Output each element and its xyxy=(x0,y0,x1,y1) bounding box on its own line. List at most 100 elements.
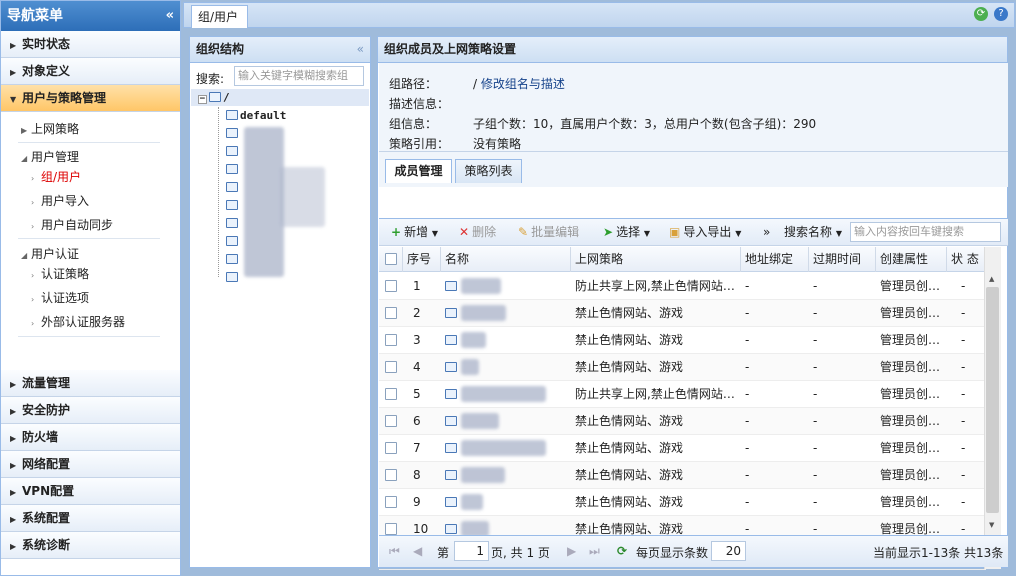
tree-node[interactable] xyxy=(226,253,240,266)
nav-section-system[interactable]: ▶ 系统配置 xyxy=(1,505,180,532)
batch-edit-button[interactable]: ✎ 批量编辑 xyxy=(518,224,579,240)
nav-section-traffic[interactable]: ▶ 流量管理 xyxy=(1,370,180,397)
table-row[interactable]: 1 防止共享上网,禁止色情网站… - - 管理员创… - xyxy=(379,273,986,300)
tree-node[interactable] xyxy=(226,145,240,158)
col-policy[interactable]: 上网策略 xyxy=(571,247,741,272)
table-row[interactable]: 5 防止共享上网,禁止色情网站… - - 管理员创… - xyxy=(379,381,986,408)
row-name[interactable] xyxy=(441,489,571,516)
scroll-down-icon[interactable]: ▼ xyxy=(989,521,994,529)
col-name[interactable]: 名称 xyxy=(441,247,571,272)
tree-root[interactable]: − / xyxy=(198,91,230,104)
tree-node[interactable] xyxy=(226,271,240,284)
row-name[interactable] xyxy=(441,300,571,327)
tree-node-default[interactable]: default xyxy=(226,109,286,122)
page-number-input[interactable]: 1 xyxy=(454,541,489,561)
nav-section-firewall[interactable]: ▶ 防火墙 xyxy=(1,424,180,451)
table-row[interactable]: 9 禁止色情网站、游戏 - - 管理员创… - xyxy=(379,489,986,516)
table-row[interactable]: 3 禁止色情网站、游戏 - - 管理员创… - xyxy=(379,327,986,354)
table-row[interactable]: 8 禁止色情网站、游戏 - - 管理员创… - xyxy=(379,462,986,489)
row-checkbox[interactable] xyxy=(379,300,403,327)
nav-item-user-mgmt[interactable]: ◢ 用户管理 xyxy=(21,148,79,165)
tree-node[interactable] xyxy=(226,127,240,140)
col-expire[interactable]: 过期时间 xyxy=(809,247,876,272)
row-name[interactable] xyxy=(441,327,571,354)
row-name[interactable] xyxy=(441,354,571,381)
nav-item-group-user[interactable]: › 组/用户 xyxy=(31,168,81,185)
nav-section-vpn[interactable]: ▶ VPN配置 xyxy=(1,478,180,505)
nav-item-auth-policy[interactable]: › 认证策略 xyxy=(31,265,89,282)
tab-policy-list[interactable]: 策略列表 xyxy=(455,159,522,183)
scroll-up-icon[interactable]: ▲ xyxy=(989,275,994,283)
row-name[interactable] xyxy=(441,408,571,435)
refresh-icon[interactable]: ⟳ xyxy=(617,544,627,558)
tree-node[interactable] xyxy=(226,199,240,212)
edit-group-link[interactable]: 修改组名与描述 xyxy=(481,77,565,91)
nav-item-auth-options[interactable]: › 认证选项 xyxy=(31,289,89,306)
more-button[interactable]: » xyxy=(763,224,770,240)
nav-item-external-auth[interactable]: › 外部认证服务器 xyxy=(31,313,125,330)
row-name[interactable] xyxy=(441,435,571,462)
col-status[interactable]: 状 态 xyxy=(947,247,986,272)
nav-item-user-import[interactable]: › 用户导入 xyxy=(31,192,89,209)
nav-item-internet-policy[interactable]: ▶ 上网策略 xyxy=(21,120,79,137)
nav-item-user-auth[interactable]: ◢ 用户认证 xyxy=(21,245,79,262)
row-checkbox[interactable] xyxy=(379,408,403,435)
col-no[interactable]: 序号 xyxy=(403,247,441,272)
collapse-org-icon[interactable]: « xyxy=(357,37,364,62)
table-row[interactable]: 7 禁止色情网站、游戏 - - 管理员创… - xyxy=(379,435,986,462)
table-row[interactable]: 6 禁止色情网站、游戏 - - 管理员创… - xyxy=(379,408,986,435)
row-checkbox[interactable] xyxy=(379,327,403,354)
first-page-icon[interactable]: ⏮ xyxy=(389,544,400,559)
add-button[interactable]: + 新增 ▼ xyxy=(391,224,438,242)
per-page-input[interactable]: 20 xyxy=(711,541,746,561)
tab-group-user[interactable]: 组/用户 xyxy=(191,5,248,28)
row-checkbox[interactable] xyxy=(379,354,403,381)
table-row[interactable]: 2 禁止色情网站、游戏 - - 管理员创… - xyxy=(379,300,986,327)
row-name[interactable] xyxy=(441,273,571,300)
nav-section-network[interactable]: ▶ 网络配置 xyxy=(1,451,180,478)
nav-section-diagnostics[interactable]: ▶ 系统诊断 xyxy=(1,532,180,559)
col-creator[interactable]: 创建属性 xyxy=(876,247,947,272)
row-checkbox[interactable] xyxy=(379,462,403,489)
org-search-input[interactable]: 输入关键字模糊搜索组 xyxy=(234,66,364,86)
help-icon[interactable]: ? xyxy=(994,7,1008,21)
row-checkbox[interactable] xyxy=(379,273,403,300)
row-policy: 禁止色情网站、游戏 xyxy=(575,441,684,455)
collapse-nav-icon[interactable]: « xyxy=(166,1,174,31)
prev-page-icon[interactable]: ◀ xyxy=(413,544,422,558)
row-checkbox[interactable] xyxy=(379,381,403,408)
member-search-input[interactable]: 输入内容按回车键搜索 xyxy=(850,222,1001,242)
row-checkbox[interactable] xyxy=(379,435,403,462)
row-name[interactable] xyxy=(441,462,571,489)
collapse-tree-icon[interactable]: − xyxy=(198,95,207,104)
tree-node[interactable] xyxy=(226,163,240,176)
grid-scroll-thumb[interactable] xyxy=(986,287,999,513)
group-icon xyxy=(226,236,238,246)
nav-section-user-policy[interactable]: ▼ 用户与策略管理 xyxy=(1,85,180,112)
tree-node[interactable] xyxy=(226,181,240,194)
tree-node[interactable] xyxy=(226,217,240,230)
nav-section-objects[interactable]: ▶ 对象定义 xyxy=(1,58,180,85)
pager: ⏮ ◀ 第 1 页, 共 1 页 ▶ ⏭ ⟳ 每页显示条数 20 当前显示1-1… xyxy=(379,535,1008,567)
nav-section-realtime[interactable]: ▶ 实时状态 xyxy=(1,31,180,58)
next-page-icon[interactable]: ▶ xyxy=(567,544,576,558)
row-checkbox[interactable] xyxy=(379,489,403,516)
nav-item-user-sync[interactable]: › 用户自动同步 xyxy=(31,216,113,233)
delete-button[interactable]: ✕ 删除 xyxy=(459,224,496,240)
import-export-button[interactable]: ▣ 导入导出 ▼ xyxy=(669,224,741,242)
table-row[interactable]: 4 禁止色情网站、游戏 - - 管理员创… - xyxy=(379,354,986,381)
desc-label: 描述信息： xyxy=(389,97,450,111)
refresh-icon[interactable]: ⟳ xyxy=(974,7,988,21)
last-page-icon[interactable]: ⏭ xyxy=(589,544,600,559)
row-name[interactable] xyxy=(441,381,571,408)
tree-node[interactable] xyxy=(226,235,240,248)
row-creator: 管理员创… xyxy=(880,414,941,428)
row-policy: 防止共享上网,禁止色情网站… xyxy=(575,279,735,293)
select-all-checkbox[interactable] xyxy=(379,247,403,272)
nav-section-security[interactable]: ▶ 安全防护 xyxy=(1,397,180,424)
col-addr[interactable]: 地址绑定 xyxy=(741,247,809,272)
select-button[interactable]: ➤ 选择 ▼ xyxy=(603,224,650,242)
search-field-select[interactable]: 搜索名称 ▼ xyxy=(784,224,842,242)
tab-member-mgmt[interactable]: 成员管理 xyxy=(385,159,452,183)
row-creator: 管理员创… xyxy=(880,360,941,374)
